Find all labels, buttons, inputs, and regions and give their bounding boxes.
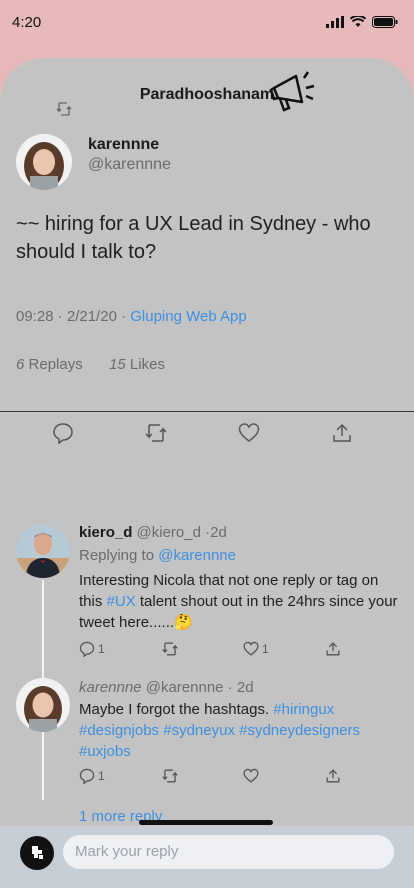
battery-icon	[372, 16, 398, 28]
status-bar: 4:20	[0, 0, 414, 44]
tweet-timestamp: 09:28 · 2/21/20 ·	[16, 308, 131, 325]
thinking-emoji: 🤔	[174, 614, 193, 631]
likes-label[interactable]: Likes	[130, 356, 165, 373]
replies-count: 6	[16, 356, 25, 373]
retweet-icon[interactable]	[161, 768, 179, 784]
like-icon[interactable]	[243, 768, 259, 784]
reply-icon	[79, 768, 95, 784]
reply-age: ·2d	[205, 524, 227, 541]
reply-action[interactable]: 1	[79, 768, 105, 784]
tweet-counts: 6 Replays 15 Likes	[16, 356, 165, 373]
tweet-meta: 09:28 · 2/21/20 · Gluping Web App	[16, 308, 247, 325]
avatar[interactable]	[16, 134, 72, 190]
tweet-source-link[interactable]: Gluping Web App	[130, 308, 246, 325]
reply-author-handle[interactable]: @kiero_d	[137, 524, 201, 541]
like-icon	[243, 641, 259, 656]
like-icon[interactable]	[238, 422, 260, 444]
retweet-icon[interactable]	[56, 102, 72, 116]
replying-label: Replying to	[79, 547, 159, 564]
avatar[interactable]	[16, 524, 70, 578]
replying-to-link[interactable]: @karennne	[158, 547, 236, 564]
reply-author-name[interactable]: kiero_d	[79, 524, 132, 541]
share-icon[interactable]	[325, 641, 341, 657]
reply-header: karennne @karennne · 2d	[79, 679, 254, 696]
megaphone-icon	[269, 71, 315, 112]
tweet-sheet: Paradhooshanam karennne @karennne ~~ hir…	[0, 58, 414, 888]
retweet-icon[interactable]	[161, 641, 179, 657]
home-indicator[interactable]	[139, 820, 273, 825]
share-icon[interactable]	[325, 768, 341, 784]
likes-count: 15	[109, 356, 126, 373]
hashtag-link[interactable]: #hiringux	[273, 701, 334, 718]
replying-to: Replying to @karennne	[79, 547, 236, 564]
reply-author-handle[interactable]: @karennne	[146, 679, 224, 696]
signal-icon	[326, 16, 344, 28]
tweet-author-name[interactable]: karennne	[88, 136, 159, 154]
status-time: 4:20	[12, 14, 42, 31]
reply-author-name[interactable]: karennne	[79, 679, 142, 696]
tweet-text: ~~ hiring for a UX Lead in Sydney - who …	[16, 213, 371, 263]
hashtag-link[interactable]: #UX	[107, 593, 136, 610]
hashtag-link[interactable]: #designjobs #sydneyux #sydneydesigners	[79, 722, 360, 739]
retweet-icon[interactable]	[144, 422, 168, 444]
replies-label[interactable]: Replays	[29, 356, 83, 373]
compose-bar: Mark your reply	[0, 826, 414, 888]
divider	[0, 411, 414, 412]
like-action[interactable]: 1	[243, 641, 269, 657]
reply-text: Interesting Nicola that not one reply or…	[79, 570, 399, 633]
app-logo-icon[interactable]	[20, 836, 54, 870]
reply-icon	[79, 641, 95, 657]
avatar[interactable]	[16, 678, 70, 732]
reply-icon[interactable]	[52, 422, 74, 444]
reply-header: kiero_d @kiero_d ·2d	[79, 524, 227, 541]
reply-input[interactable]: Mark your reply	[63, 835, 394, 869]
reply-count: 1	[98, 642, 105, 656]
status-icons	[326, 16, 398, 28]
reply-action[interactable]: 1	[79, 641, 105, 657]
hashtag-link[interactable]: #uxjobs	[79, 743, 131, 760]
reply-age: · 2d	[227, 679, 254, 696]
reply-text: Maybe I forgot the hashtags. #hiringux #…	[79, 699, 399, 762]
reply-count: 1	[98, 769, 105, 783]
reply-text-part: Maybe I forgot the hashtags.	[79, 701, 274, 718]
wifi-icon	[350, 16, 366, 27]
tweet-author-handle[interactable]: @karennne	[88, 156, 171, 174]
share-icon[interactable]	[331, 422, 353, 444]
like-count: 1	[262, 642, 269, 656]
